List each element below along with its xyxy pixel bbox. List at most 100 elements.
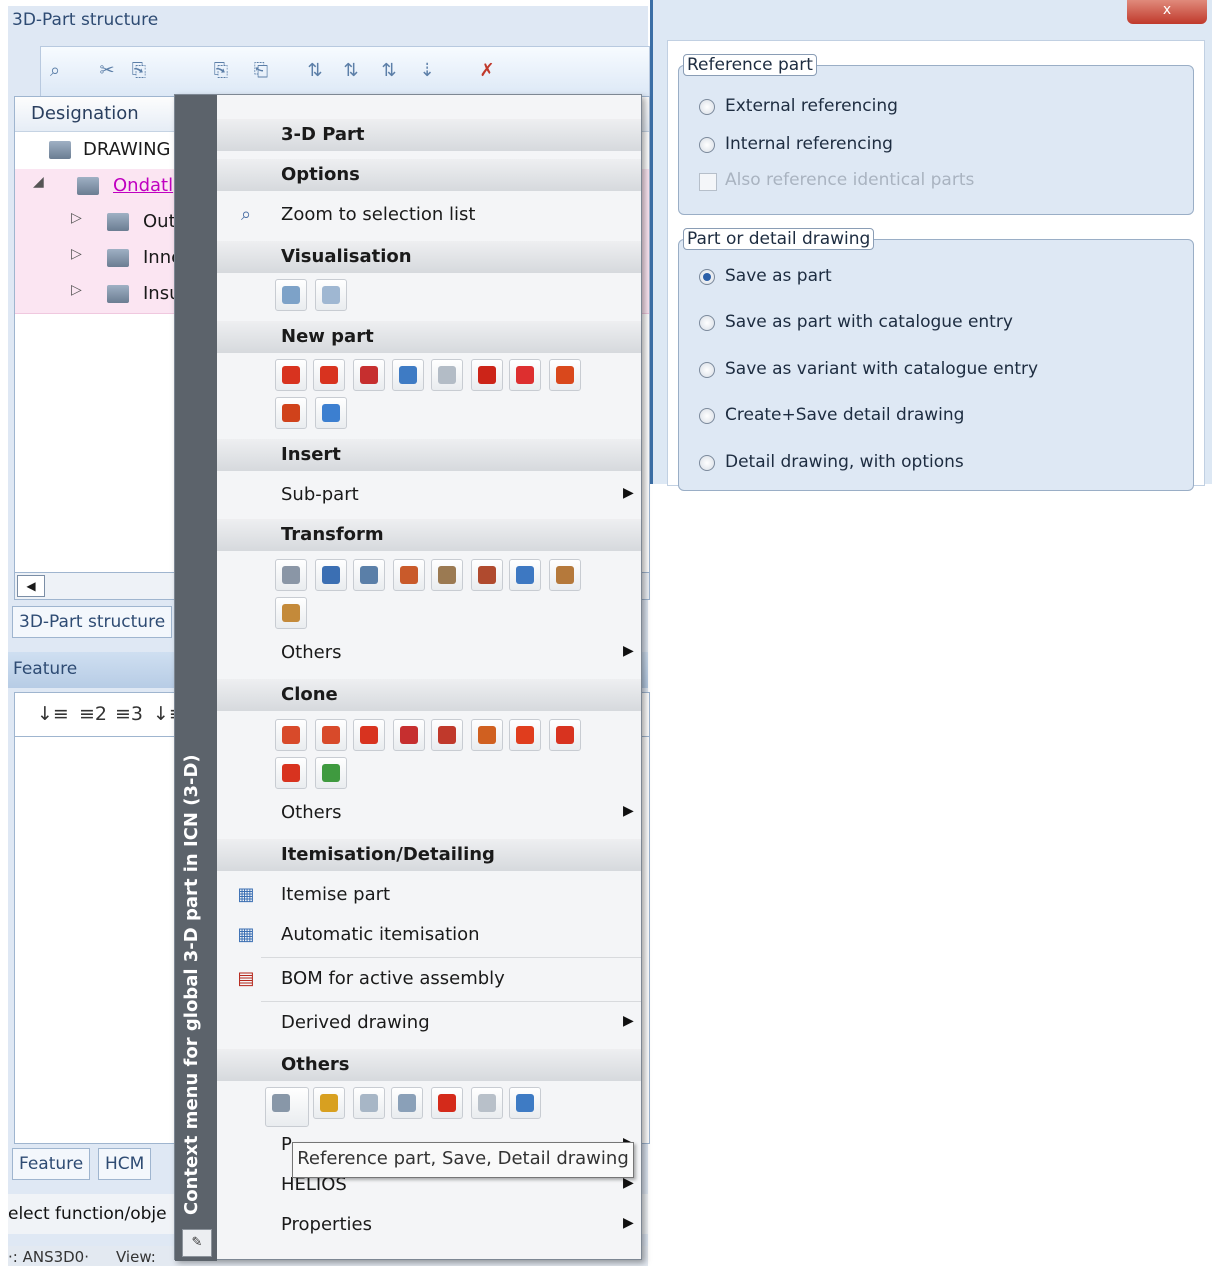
radio-button[interactable]	[699, 99, 715, 115]
transform-shift-icon[interactable]	[315, 559, 347, 591]
clone-pattern-icon[interactable]	[315, 757, 347, 789]
expand-icon[interactable]: ▷	[71, 282, 82, 298]
cut-icon[interactable]: ✂	[95, 59, 119, 83]
radio-button[interactable]	[699, 408, 715, 424]
transform-move-icon[interactable]	[275, 559, 307, 591]
menu-item-label: Properties	[281, 1214, 372, 1235]
paste-icon[interactable]	[391, 1087, 423, 1119]
radio-button[interactable]	[699, 315, 715, 331]
submenu-arrow-icon: ▶	[623, 1013, 634, 1029]
transform-flip-icon[interactable]	[471, 559, 503, 591]
feature-sort-3-icon[interactable]: ≡3	[115, 703, 143, 725]
clone-snap-icon[interactable]	[509, 719, 541, 751]
clone-move-icon[interactable]	[275, 719, 307, 751]
clone-shift-icon[interactable]	[315, 719, 347, 751]
new-subpart-icon[interactable]	[353, 359, 385, 391]
clone-extra-icon[interactable]	[275, 757, 307, 789]
clone-align-icon[interactable]	[431, 719, 463, 751]
clone-scale-icon[interactable]	[549, 719, 581, 751]
radio-button[interactable]	[699, 455, 715, 471]
tab-feature[interactable]: Feature	[12, 1148, 91, 1180]
transform-rotate-icon[interactable]	[353, 559, 385, 591]
menu-item-automatic-itemisation[interactable]: ▦ Automatic itemisation	[217, 917, 641, 953]
settings-icon[interactable]	[509, 1087, 541, 1119]
tab-hcm[interactable]: HCM	[98, 1148, 152, 1180]
search-icon[interactable]: ⌕	[43, 59, 67, 83]
sort-2-icon[interactable]: ⇅	[339, 59, 363, 83]
menu-item-label: BOM for active assembly	[281, 968, 505, 989]
section-transform: Transform	[217, 519, 641, 551]
transform-mirror-icon[interactable]	[393, 559, 425, 591]
menu-item-properties[interactable]: Properties ▶	[217, 1207, 641, 1243]
bracket-part-icon[interactable]	[549, 359, 581, 391]
clear-filter-icon[interactable]: ✗	[475, 59, 499, 83]
scroll-left-icon[interactable]: ◀	[17, 575, 45, 597]
menu-item-zoom[interactable]: ⌕ Zoom to selection list	[217, 197, 641, 233]
expand-icon[interactable]: ▷	[71, 210, 82, 226]
transform-extra-icon[interactable]	[275, 597, 307, 629]
clone-rotate-icon[interactable]	[353, 719, 385, 751]
pipe-part-icon[interactable]	[275, 397, 307, 429]
show-parts-icon[interactable]	[275, 279, 307, 311]
menu-item-itemise-part[interactable]: ▦ Itemise part	[217, 877, 641, 913]
block-part-icon[interactable]	[431, 359, 463, 391]
context-menu-sidebar: Context menu for global 3-D part in ICN …	[175, 95, 217, 1261]
gear-part-icon[interactable]	[315, 397, 347, 429]
clone-flip-icon[interactable]	[471, 719, 503, 751]
section-label: Itemisation/Detailing	[281, 844, 495, 865]
menu-item-transform-others[interactable]: Others ▶	[217, 635, 641, 671]
expand-icon[interactable]: ▷	[71, 246, 82, 262]
radio-button[interactable]	[699, 137, 715, 153]
copy-icon[interactable]: ⎘	[127, 59, 151, 83]
sort-3-icon[interactable]: ⇅	[377, 59, 401, 83]
transform-snap-icon[interactable]	[509, 559, 541, 591]
copy-icon[interactable]	[353, 1087, 385, 1119]
reference-save-icon[interactable]	[265, 1087, 309, 1127]
feature-sort-2-icon[interactable]: ≡2	[79, 703, 107, 725]
section-label: Visualisation	[281, 246, 412, 267]
sort-icon[interactable]: ⇅	[303, 59, 327, 83]
solid-part-icon[interactable]	[471, 359, 503, 391]
new-assembly-icon[interactable]	[392, 359, 424, 391]
status-layer: ·: ANS3D0·	[8, 1248, 89, 1266]
paste-icon[interactable]: ⎗	[249, 59, 273, 83]
hide-parts-icon[interactable]	[315, 279, 347, 311]
tree-row-label: Out	[143, 211, 176, 232]
menu-item-label: Derived drawing	[281, 1012, 430, 1033]
bom-icon: ▤	[237, 968, 255, 989]
section-itemisation: Itemisation/Detailing	[217, 839, 641, 871]
tooltip: Reference part, Save, Detail drawing	[292, 1142, 634, 1178]
feature-sort-icon[interactable]: ↓≡	[37, 703, 69, 725]
part-or-detail-group: Part or detail drawing Save as part Save…	[678, 228, 1194, 491]
radio-button[interactable]	[699, 269, 715, 285]
delete-icon[interactable]	[431, 1087, 463, 1119]
radio-button[interactable]	[699, 362, 715, 378]
context-menu: Context menu for global 3-D part in ICN …	[174, 94, 642, 1261]
feature-title: Feature	[13, 659, 78, 679]
radio-label: Create+Save detail drawing	[725, 405, 965, 425]
transform-scale-icon[interactable]	[549, 559, 581, 591]
pencil-icon[interactable]: ✎	[182, 1229, 212, 1257]
cuboid-part-icon[interactable]	[509, 359, 541, 391]
radio-label: External referencing	[725, 96, 898, 116]
sketch-part-icon[interactable]	[275, 359, 307, 391]
collapse-icon[interactable]: ◢	[33, 174, 44, 190]
profile-part-icon[interactable]	[313, 359, 345, 391]
save-db-icon[interactable]	[313, 1087, 345, 1119]
transform-align-icon[interactable]	[431, 559, 463, 591]
disabled-action-icon	[471, 1087, 503, 1119]
copy-icon[interactable]: ⎘	[209, 59, 233, 83]
reference-part-group: Reference part External referencing Inte…	[678, 54, 1194, 215]
radio-label: Internal referencing	[725, 134, 893, 154]
menu-item-sub-part[interactable]: Sub-part ▶	[217, 477, 641, 513]
tab-part-structure[interactable]: 3D-Part structure	[12, 606, 173, 638]
close-button[interactable]: x	[1127, 0, 1207, 24]
dialog-body: Reference part External referencing Inte…	[667, 40, 1205, 491]
menu-item-clone-others[interactable]: Others ▶	[217, 795, 641, 831]
menu-item-derived-drawing[interactable]: Derived drawing ▶	[217, 1005, 641, 1041]
sort-down-icon[interactable]: ⇣	[415, 59, 439, 83]
menu-item-bom[interactable]: ▤ BOM for active assembly	[217, 961, 641, 997]
section-label: New part	[281, 326, 374, 347]
section-insert: Insert	[217, 439, 641, 471]
clone-mirror-icon[interactable]	[393, 719, 425, 751]
